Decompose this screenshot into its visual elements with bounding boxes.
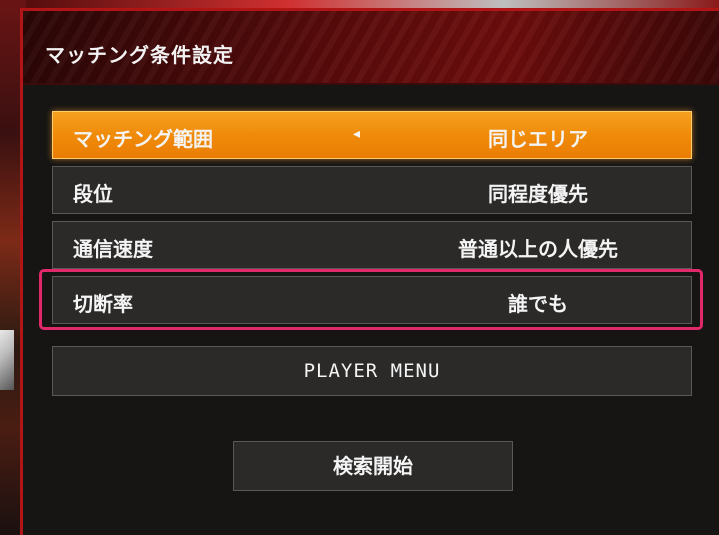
focus-highlight [39,269,703,330]
setting-value: 同程度優先 [488,182,588,206]
search-start-button[interactable]: 検索開始 [233,441,513,491]
left-arrow-icon[interactable]: ◂ [353,126,360,142]
player-menu-button[interactable]: PLAYER MENU [52,346,692,396]
setting-label: 通信速度 [73,237,153,261]
page-title: マッチング条件設定 [45,43,234,67]
setting-value: 同じエリア [488,127,588,151]
setting-label: 段位 [73,182,113,206]
setting-row-connection-speed[interactable]: 通信速度 普通以上の人優先 [52,221,692,269]
setting-row-rank[interactable]: 段位 同程度優先 [52,166,692,214]
setting-value: 普通以上の人優先 [458,237,618,261]
panel-header: マッチング条件設定 [23,11,719,83]
setting-label: マッチング範囲 [73,127,213,151]
setting-row-matching-range[interactable]: マッチング範囲 ◂ 同じエリア [52,111,692,159]
header-divider [23,83,719,85]
